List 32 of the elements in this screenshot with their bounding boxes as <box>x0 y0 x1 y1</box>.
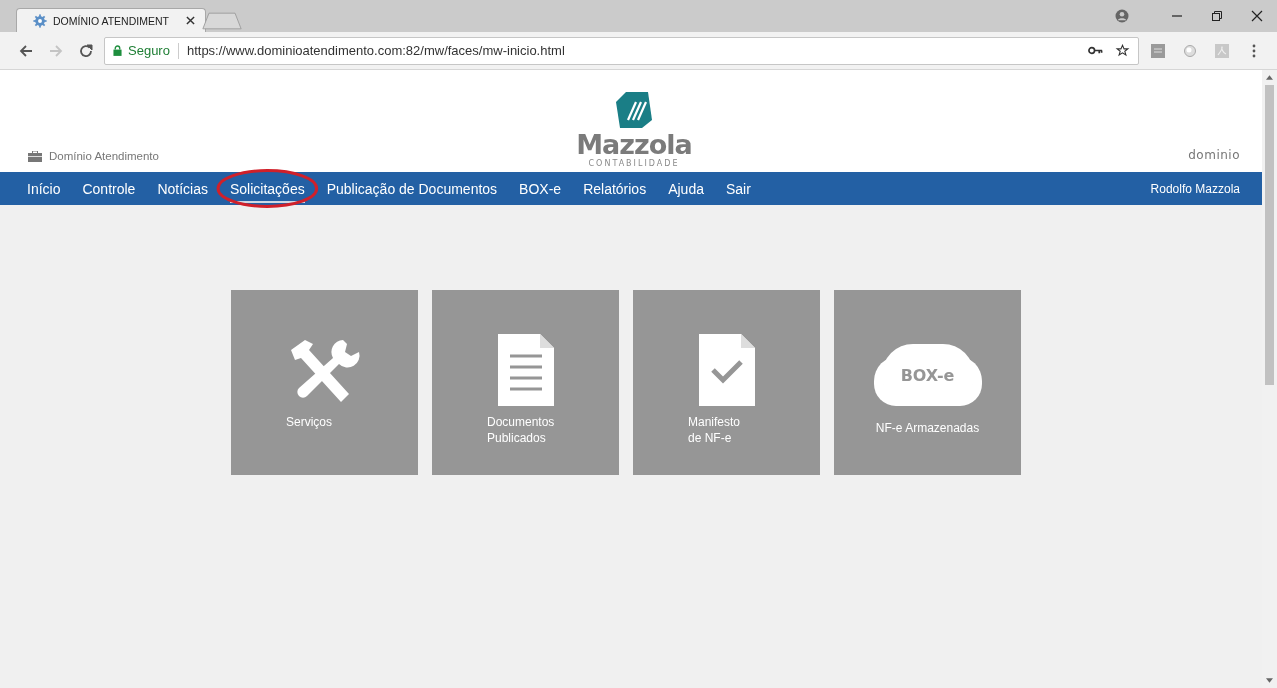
scrollbar[interactable] <box>1262 70 1277 688</box>
scroll-down-icon[interactable] <box>1266 678 1273 683</box>
checked-document-icon <box>698 334 755 406</box>
nav-link[interactable]: Notícias <box>157 174 208 203</box>
nav-link[interactable]: Publicação de Documentos <box>326 174 498 203</box>
star-icon[interactable] <box>1115 44 1130 57</box>
nav-link[interactable]: BOX-e <box>519 174 562 203</box>
close-icon[interactable] <box>1251 10 1263 22</box>
address-bar[interactable]: Seguro https://www.dominioatendimento.com:82/mw/faces/mw-inicio.html <box>104 36 1139 65</box>
profile-icon[interactable] <box>1115 9 1129 23</box>
back-arrow-icon[interactable] <box>18 42 34 59</box>
app-name: Domínio Atendimento <box>49 150 159 162</box>
lock-icon <box>113 45 122 56</box>
nav-link[interactable]: Relatórios <box>583 174 647 203</box>
document-icon <box>497 334 554 406</box>
company-logo[interactable]: Mazzola CONTABILIDADE <box>576 90 692 168</box>
gear-icon <box>33 13 47 28</box>
close-icon[interactable] <box>186 16 195 25</box>
user-name[interactable]: Rodolfo Mazzola <box>1150 181 1240 196</box>
restore-icon[interactable] <box>1211 10 1223 22</box>
nav-link[interactable]: Controle <box>82 174 136 203</box>
reload-icon[interactable] <box>78 42 94 59</box>
briefcase-icon <box>28 150 42 162</box>
scroll-up-icon[interactable] <box>1266 75 1273 80</box>
browser-tab[interactable]: DOMÍNIO ATENDIMENT <box>16 8 206 32</box>
nav-link[interactable]: Início <box>27 174 61 203</box>
security-label: Seguro <box>128 43 170 58</box>
url-text: https://www.dominioatendimento.com:82/mw/faces/mw-inicio.html <box>186 43 565 58</box>
nav-link[interactable]: Ajuda <box>668 174 704 203</box>
nav-link[interactable]: Sair <box>725 174 751 203</box>
brand-name: dominio <box>1188 148 1240 162</box>
key-icon[interactable] <box>1088 44 1103 57</box>
